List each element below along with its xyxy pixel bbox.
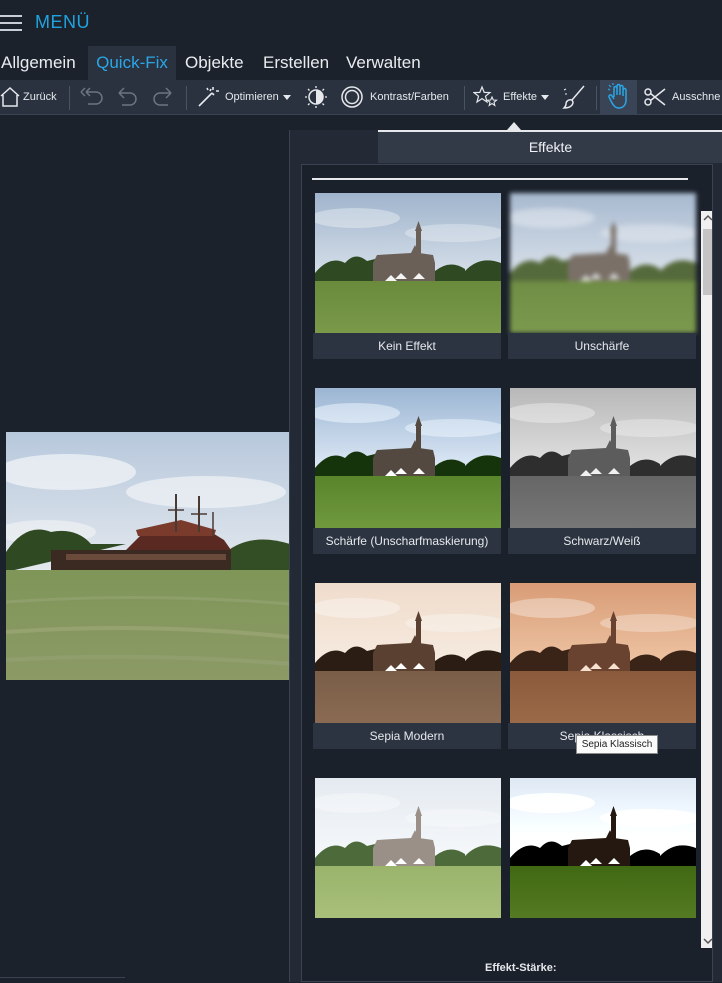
museum-landscape-image — [6, 432, 290, 680]
chevron-down-icon — [541, 94, 550, 100]
scroll-down-arrow[interactable] — [701, 934, 712, 948]
tab-objekte[interactable]: Objekte — [184, 46, 248, 80]
cut-out-button[interactable]: Ausschne — [643, 80, 720, 114]
effect-preview-image — [510, 583, 696, 723]
scissors-icon — [644, 88, 666, 106]
cut-out-label: Ausschne — [672, 91, 721, 103]
effect-label: Schärfe (Unscharfmaskierung) — [313, 528, 501, 554]
effect-thumbnail[interactable] — [508, 778, 696, 918]
effects-panel: Effekte Kein Effekt Unschärfe Schärfe (Uns… — [289, 122, 722, 982]
hand-tool-button[interactable] — [600, 80, 637, 114]
menu-label[interactable]: MENÜ — [35, 12, 90, 33]
main-tabs: Allgemein Quick-Fix Objekte Erstellen Ve… — [0, 46, 722, 80]
effect-thumbnail[interactable]: Schärfe (Unscharfmaskierung) — [313, 388, 501, 554]
effect-preview-image — [315, 778, 501, 918]
effect-thumbnail[interactable]: Unschärfe — [508, 193, 696, 359]
stars-effects-icon — [473, 85, 498, 107]
scroll-up-arrow[interactable] — [701, 211, 712, 225]
brush-button[interactable] — [562, 80, 588, 114]
effect-preview-image — [510, 388, 696, 528]
effect-thumbnail[interactable] — [313, 778, 501, 918]
tab-allgemein[interactable]: Allgemein — [0, 46, 80, 80]
undo-all-button[interactable] — [78, 80, 104, 114]
brush-icon — [562, 85, 585, 109]
tab-erstellen[interactable]: Erstellen — [262, 46, 332, 80]
effect-label: Schwarz/Weiß — [508, 528, 696, 554]
chevron-up-icon — [703, 214, 712, 221]
effect-preview-image — [510, 193, 696, 333]
effects-panel-tab[interactable]: Effekte — [378, 130, 722, 163]
main-photo[interactable] — [6, 432, 290, 680]
hamburger-menu-icon[interactable] — [0, 14, 22, 32]
chevron-down-icon — [703, 938, 712, 945]
effect-thumbnail[interactable]: Schwarz/Weiß — [508, 388, 696, 554]
gallery-divider — [312, 178, 688, 180]
effect-thumbnail[interactable]: Kein Effekt — [313, 193, 501, 359]
brightness-icon — [305, 86, 327, 108]
gallery-scrollbar[interactable] — [701, 211, 712, 948]
tab-verwalten[interactable]: Verwalten — [345, 46, 427, 80]
home-icon — [0, 86, 20, 107]
effects-panel-title: Effekte — [528, 139, 573, 155]
back-label: Zurück — [23, 91, 57, 103]
redo-icon — [153, 87, 172, 106]
back-button[interactable]: Zurück — [0, 80, 57, 114]
chevron-down-icon — [282, 94, 291, 100]
effect-thumbnail[interactable]: Sepia Modern — [313, 583, 501, 749]
top-bar: MENÜ — [0, 0, 722, 46]
quick-fix-toolbar: Zurück Optimieren Kontrast/Farben Effekt… — [0, 80, 722, 115]
optimize-dropdown[interactable]: Optimieren — [196, 80, 291, 114]
effect-thumbnail[interactable]: Sepia Klassisch — [508, 583, 696, 749]
contrast-icon — [341, 86, 363, 108]
undo-all-icon — [80, 87, 103, 105]
brightness-button[interactable] — [304, 80, 328, 114]
effect-preview-image — [315, 583, 501, 723]
hand-icon — [607, 83, 627, 109]
effects-label: Effekte — [503, 91, 538, 103]
effect-label: Sepia Modern — [313, 723, 501, 749]
optimize-label: Optimieren — [225, 91, 279, 103]
undo-icon — [118, 87, 137, 106]
effects-gallery: Kein Effekt Unschärfe Schärfe (Unscharfmas… — [301, 164, 713, 982]
effect-label: Kein Effekt — [313, 333, 501, 359]
effect-preview-image — [315, 388, 501, 528]
effect-tooltip: Sepia Klassisch — [576, 735, 658, 754]
scroll-thumb[interactable] — [703, 229, 712, 295]
effects-dropdown[interactable]: Effekte — [473, 80, 550, 114]
panel-pointer-notch — [507, 122, 521, 130]
effect-label: Unschärfe — [508, 333, 696, 359]
effect-preview-image — [315, 193, 501, 333]
effect-preview-image — [510, 778, 696, 918]
contrast-colors-button[interactable]: Kontrast/Farben — [340, 80, 449, 114]
tab-quick-fix[interactable]: Quick-Fix — [88, 46, 176, 80]
undo-button[interactable] — [114, 80, 140, 114]
redo-button[interactable] — [150, 80, 176, 114]
effect-strength-label: Effekt-Stärke: — [485, 962, 557, 974]
contrast-label: Kontrast/Farben — [370, 91, 449, 103]
status-strip — [0, 977, 125, 983]
magic-wand-icon — [198, 87, 219, 107]
